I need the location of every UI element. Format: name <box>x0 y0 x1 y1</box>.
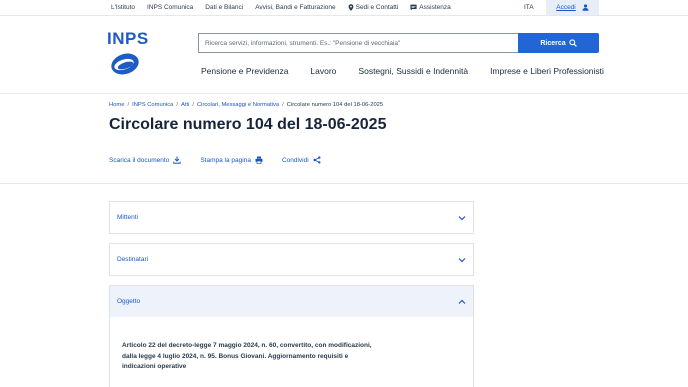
download-icon <box>173 156 182 164</box>
breadcrumb-atti[interactable]: Atti <box>181 102 189 108</box>
link-inps-comunica[interactable]: INPS Comunica <box>147 4 193 11</box>
print-page-link[interactable]: Stampa la pagina <box>200 156 263 164</box>
user-icon <box>582 4 589 11</box>
link-label: Assistenza <box>419 4 451 11</box>
oggetto-text: Articolo 22 del decreto-legge 7 maggio 2… <box>122 342 372 370</box>
link-label: Dati e Bilanci <box>205 4 244 11</box>
search-placeholder: Ricerca servizi, informazioni, strumenti… <box>205 39 401 47</box>
nav-lavoro[interactable]: Lavoro <box>310 66 336 78</box>
link-sedi-contatti[interactable]: Sedi e Contatti <box>348 4 399 11</box>
breadcrumb-home[interactable]: Home <box>109 102 124 108</box>
accordion-destinatari: Destinatari <box>109 243 474 276</box>
share-icon <box>313 156 321 164</box>
search-bar: Ricerca servizi, informazioni, strumenti… <box>198 33 599 53</box>
link-label: INPS Comunica <box>147 4 194 11</box>
accordion-body: Articolo 22 del decreto-legge 7 maggio 2… <box>110 317 473 373</box>
chevron-up-icon <box>458 299 466 304</box>
nav-pensione-previdenza[interactable]: Pensione e Previdenza <box>201 66 288 78</box>
utility-bar: L'Istituto INPS Comunica Dati e Bilanci … <box>0 0 688 15</box>
accordion-oggetto: Oggetto Articolo 22 del decreto-legge 7 … <box>109 285 474 387</box>
breadcrumb-separator: / <box>127 102 130 108</box>
page-actions: Scarica il documento Stampa la pagina Co… <box>109 156 321 164</box>
utility-links: L'Istituto INPS Comunica Dati e Bilanci … <box>111 0 463 15</box>
share-label: Condividi <box>281 156 309 164</box>
share-link[interactable]: Condividi <box>282 156 321 164</box>
map-pin-icon <box>348 4 354 11</box>
language-selector[interactable]: ITA <box>524 0 534 15</box>
search-button[interactable]: Ricerca <box>518 33 599 53</box>
chevron-down-icon <box>458 215 466 220</box>
download-document-link[interactable]: Scarica il documento <box>109 156 182 164</box>
breadcrumb-separator: / <box>282 102 284 108</box>
accordion-title: Oggetto <box>117 298 141 305</box>
nav-sostegni-sussidi[interactable]: Sostegni, Sussidi e Indennità <box>358 66 468 78</box>
print-label: Stampa la pagina <box>200 156 251 164</box>
breadcrumb-separator: / <box>176 102 178 108</box>
accordion-header[interactable]: Destinatari <box>110 244 473 275</box>
breadcrumb-inps-comunica[interactable]: INPS Comunica <box>132 102 173 108</box>
breadcrumb-current: Circolare numero 104 del 18-06-2025 <box>286 102 384 108</box>
login-label: Accedi <box>556 4 576 11</box>
link-assistenza[interactable]: Assistenza <box>410 4 451 11</box>
page-title: Circolare numero 104 del 18-06-2025 <box>109 116 387 133</box>
logo-text: INPS <box>107 29 149 48</box>
link-avvisi-bandi[interactable]: Avvisi, Bandi e Fatturazione <box>255 4 335 11</box>
accordion-title: Mittenti <box>117 214 138 221</box>
accordion-header[interactable]: Oggetto <box>110 286 473 317</box>
divider <box>0 15 688 16</box>
search-icon <box>568 39 577 47</box>
link-label: Avvisi, Bandi e Fatturazione <box>255 4 336 11</box>
search-button-label: Ricerca <box>540 39 566 47</box>
nav-imprese-professionisti[interactable]: Imprese e Liberi Professionisti <box>490 66 604 78</box>
link-istituto[interactable]: L'Istituto <box>111 4 135 11</box>
link-dati-bilanci[interactable]: Dati e Bilanci <box>205 4 243 11</box>
main-navigation: Pensione e Previdenza Lavoro Sostegni, S… <box>201 66 604 78</box>
search-input[interactable]: Ricerca servizi, informazioni, strumenti… <box>198 33 518 53</box>
link-label: Sedi e Contatti <box>355 4 399 11</box>
accordion-mittenti: Mittenti <box>109 201 474 234</box>
accordion-title: Destinatari <box>117 256 149 263</box>
link-label: L'Istituto <box>111 4 136 11</box>
accordion-header[interactable]: Mittenti <box>110 202 473 233</box>
breadcrumb-separator: / <box>192 102 194 108</box>
logo-mark-icon <box>111 53 139 75</box>
breadcrumb-circolari[interactable]: Circolari, Messaggi e Normativa <box>197 102 279 108</box>
inps-logo[interactable]: INPS <box>107 29 149 76</box>
download-label: Scarica il documento <box>109 156 170 164</box>
divider <box>0 93 688 94</box>
login-button[interactable]: Accedi <box>546 0 599 15</box>
chevron-down-icon <box>458 257 466 262</box>
breadcrumb: Home / INPS Comunica / Atti / Circolari,… <box>109 102 383 108</box>
chat-icon <box>410 4 417 11</box>
printer-icon <box>255 156 263 164</box>
